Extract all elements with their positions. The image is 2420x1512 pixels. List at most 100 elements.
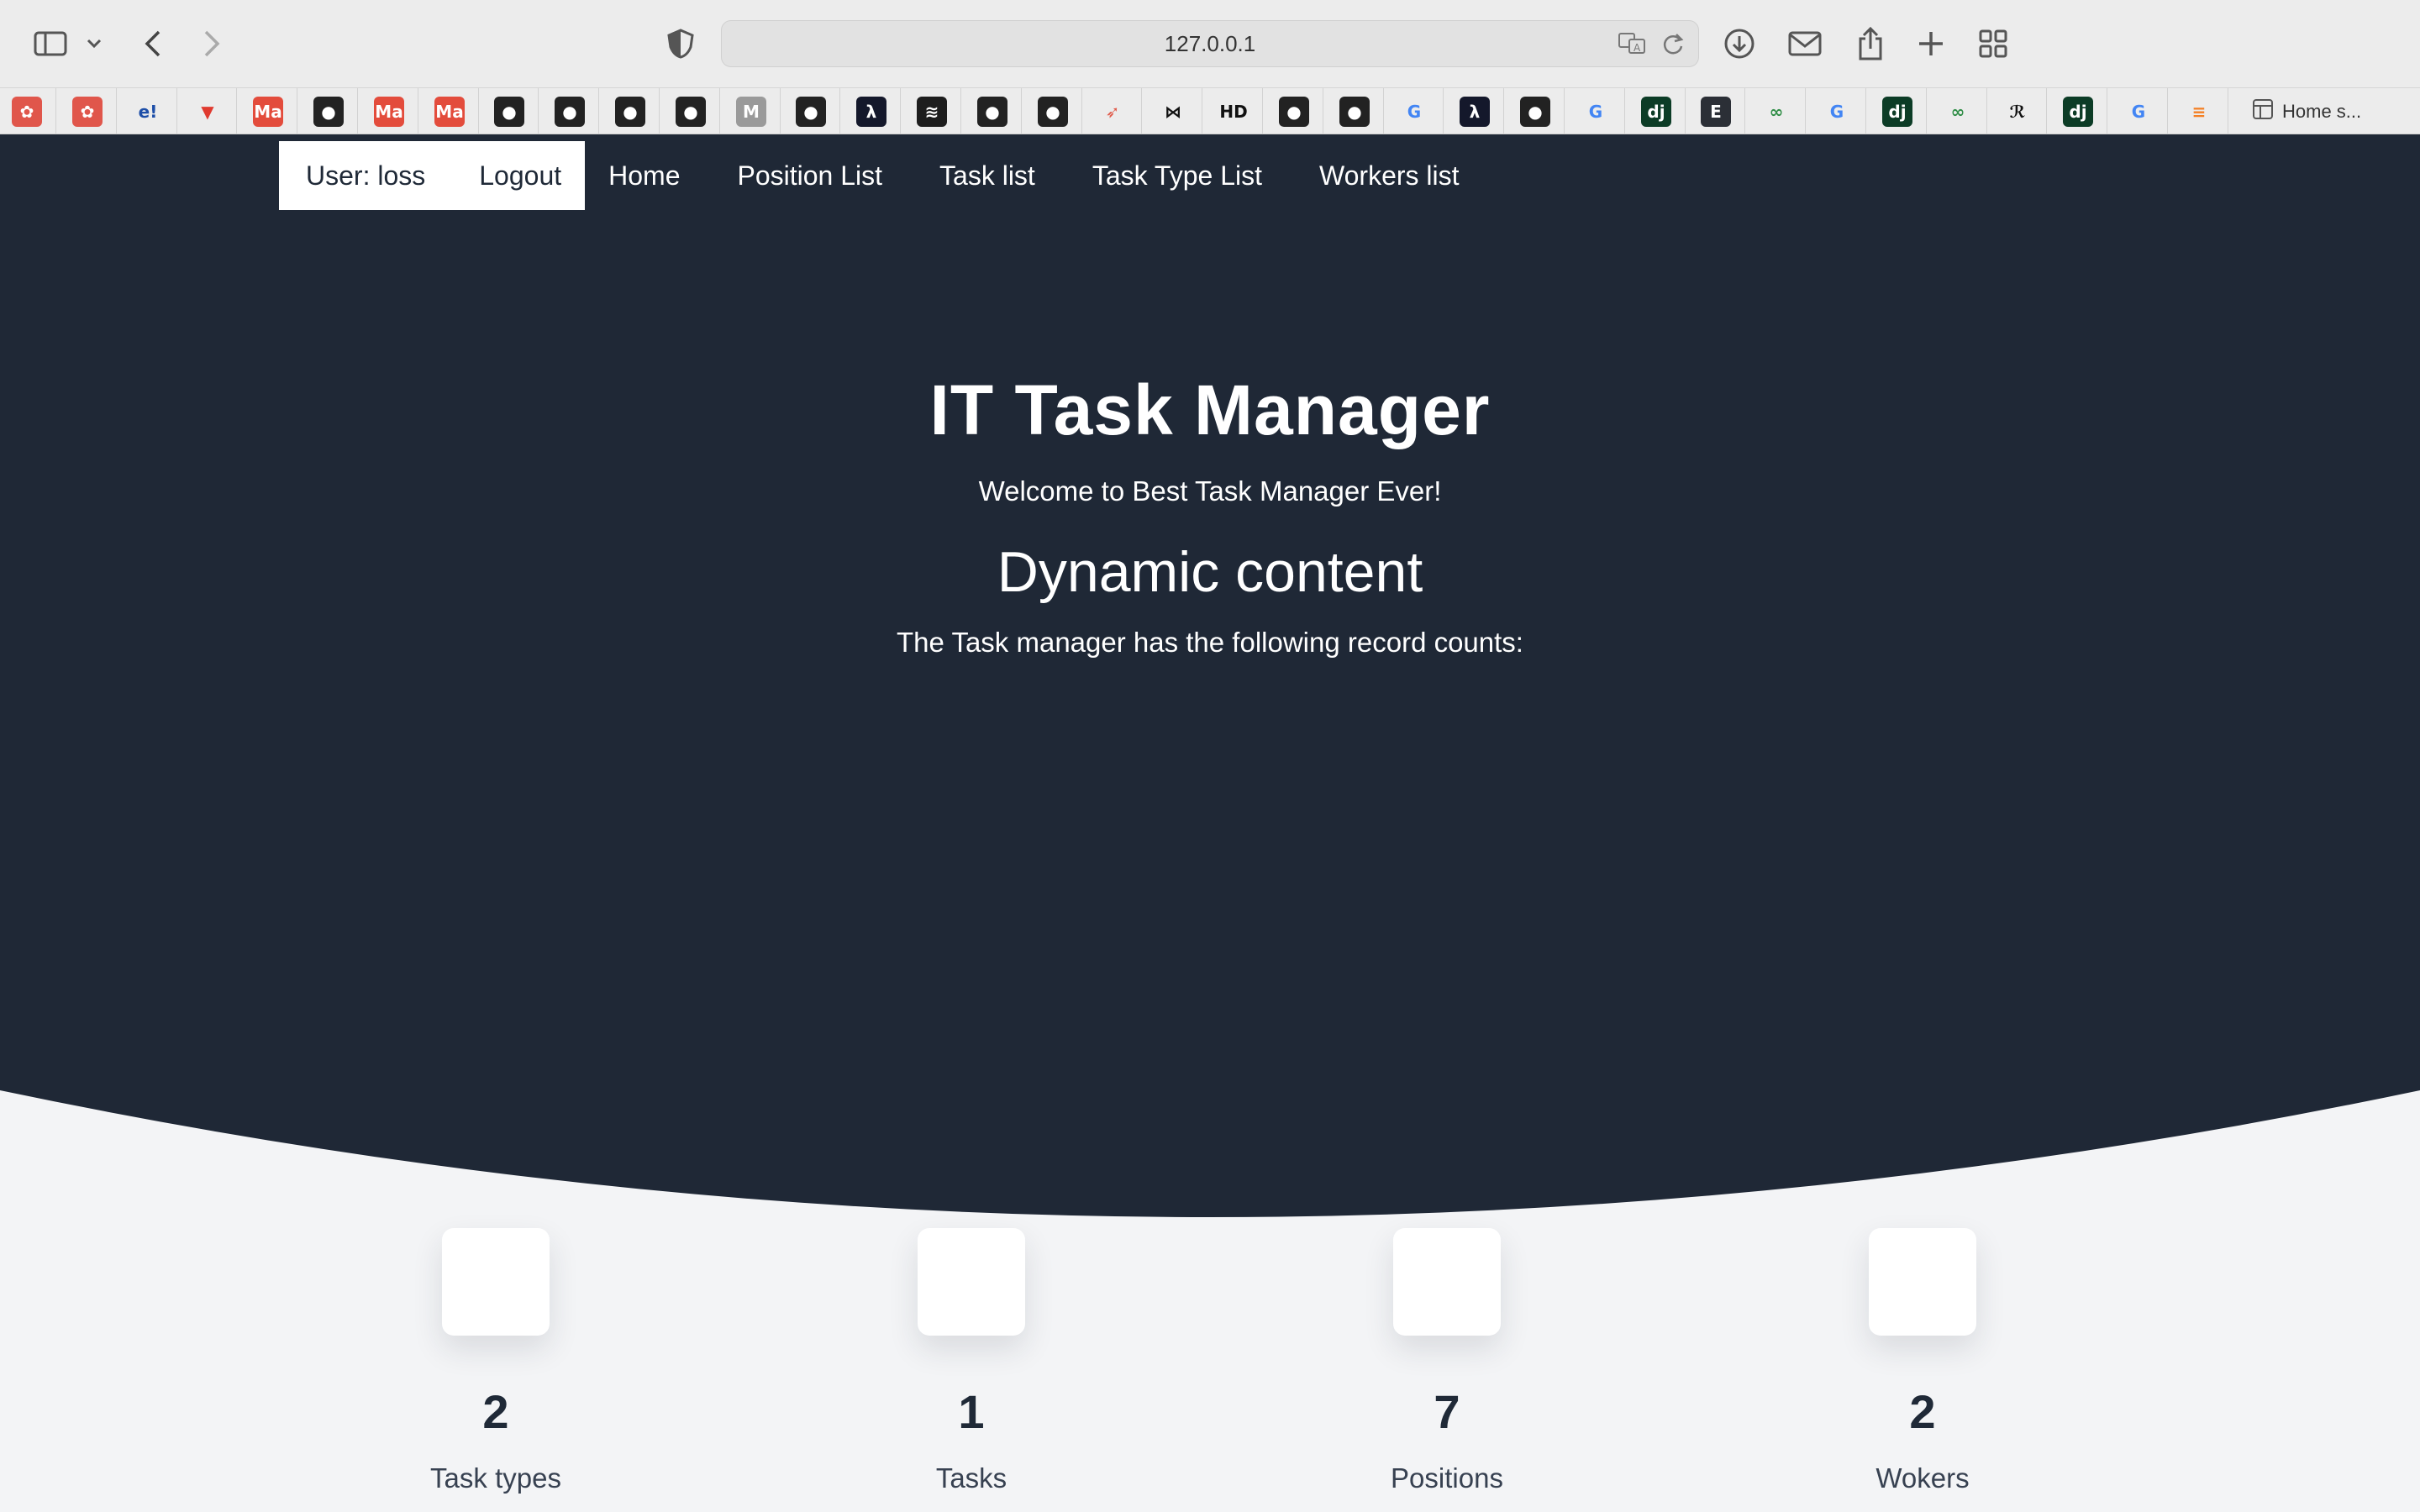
mail-icon[interactable] — [1780, 18, 1830, 69]
lambda-bookmark-icon[interactable]: λ — [856, 97, 886, 127]
stat-label: Wokers — [1876, 1462, 1970, 1494]
share-icon[interactable] — [1845, 18, 1896, 69]
ma-bookmark-icon[interactable]: Ma — [374, 97, 404, 127]
stat-label: Task types — [430, 1462, 561, 1494]
pe-bookmark-icon[interactable]: ℛ — [2002, 97, 2033, 127]
github-bookmark-icon[interactable]: ● — [1038, 97, 1068, 127]
reload-icon[interactable] — [1661, 31, 1685, 60]
nav-link-task-list[interactable]: Task list — [939, 160, 1035, 192]
forward-icon[interactable] — [187, 18, 237, 69]
bookmark-separator — [1564, 88, 1565, 135]
stat-task-types: 2 Task types — [328, 1228, 664, 1494]
stackoverflow-bookmark-icon[interactable]: ≡ — [2184, 97, 2214, 127]
bookmark-separator — [1141, 88, 1142, 135]
hd-bookmark-icon[interactable]: HD — [1218, 97, 1249, 127]
stat-icon-box — [1393, 1228, 1501, 1336]
bookmark-separator — [176, 88, 177, 135]
github-bookmark-icon[interactable]: ● — [1279, 97, 1309, 127]
main-nav: User: loss Logout Home Position List Tas… — [279, 141, 1493, 210]
django-bookmark-icon[interactable]: dj — [1882, 97, 1912, 127]
geeks-bookmark-icon[interactable]: ∞ — [1943, 97, 1973, 127]
browser-toolbar: 127.0.0.1 A — [0, 0, 2420, 87]
section-description: The Task manager has the following recor… — [897, 627, 1523, 658]
t-bookmark-icon[interactable]: ▼ — [192, 97, 223, 127]
rocket-bookmark-icon[interactable]: ➶ — [1097, 97, 1128, 127]
ma-bookmark-icon[interactable]: Ma — [434, 97, 465, 127]
django-bookmark-icon[interactable]: dj — [1641, 97, 1671, 127]
bookmark-separator — [478, 88, 479, 135]
bookmark-separator — [2046, 88, 2047, 135]
download-icon[interactable] — [1714, 18, 1765, 69]
sidebar-toggle-icon[interactable] — [25, 18, 76, 69]
google-bookmark-icon[interactable]: G — [2123, 97, 2154, 127]
e-dark-bookmark-icon[interactable]: E — [1701, 97, 1731, 127]
bookmark-home-label: Home s... — [2282, 101, 2362, 122]
address-bar[interactable]: 127.0.0.1 A — [721, 20, 1699, 67]
geeks-bookmark-icon[interactable]: ∞ — [1761, 97, 1791, 127]
github-bookmark-icon[interactable]: ● — [1520, 97, 1550, 127]
ma-bookmark-icon[interactable]: Ma — [253, 97, 283, 127]
django-bookmark-icon[interactable]: dj — [2063, 97, 2093, 127]
nav-link-home[interactable]: Home — [608, 160, 680, 192]
bookmark-separator — [1926, 88, 1927, 135]
stat-label: Positions — [1391, 1462, 1503, 1494]
bookmark-home-icon — [2252, 98, 2274, 125]
bookmark-separator — [1021, 88, 1022, 135]
tab-overview-icon[interactable] — [1968, 18, 2018, 69]
google-bookmark-icon[interactable]: G — [1822, 97, 1852, 127]
user-panel: User: loss Logout — [279, 141, 586, 210]
stat-workers: 2 Wokers — [1754, 1228, 2091, 1494]
bookmark-separator — [538, 88, 539, 135]
hero-background — [0, 134, 2420, 1217]
nav-link-task-type-list[interactable]: Task Type List — [1092, 160, 1262, 192]
bowtie-bookmark-icon[interactable]: ⋈ — [1158, 97, 1188, 127]
stat-icon-box — [1869, 1228, 1976, 1336]
lambda-bookmark-icon[interactable]: λ — [1460, 97, 1490, 127]
github-bookmark-icon[interactable]: ● — [796, 97, 826, 127]
github-bookmark-icon[interactable]: ● — [313, 97, 344, 127]
bookmark-separator — [659, 88, 660, 135]
nav-link-workers-list[interactable]: Workers list — [1319, 160, 1460, 192]
google-bookmark-icon[interactable]: G — [1399, 97, 1429, 127]
bookmark-separator — [1503, 88, 1504, 135]
stat-label: Tasks — [935, 1462, 1007, 1494]
bookmark-separator — [1443, 88, 1444, 135]
logout-link[interactable]: Logout — [479, 160, 561, 192]
nav-link-position-list[interactable]: Position List — [737, 160, 882, 192]
bookmark-separator — [2167, 88, 2168, 135]
github-bookmark-icon[interactable]: ● — [494, 97, 524, 127]
bookmark-separator — [116, 88, 117, 135]
section-heading: Dynamic content — [997, 540, 1423, 604]
chatgpt-bookmark-icon[interactable]: ✿ — [72, 97, 103, 127]
bookmark-home[interactable]: Home s... — [2252, 97, 2361, 127]
translate-icon[interactable]: A — [1618, 31, 1648, 60]
stat-value: 2 — [1909, 1385, 1936, 1438]
url-text: 127.0.0.1 — [1164, 30, 1256, 56]
e-bookmark-icon[interactable]: e! — [133, 97, 163, 127]
back-icon[interactable] — [128, 18, 178, 69]
bookmark-separator — [960, 88, 961, 135]
bookmark-separator — [1081, 88, 1082, 135]
github-bookmark-icon[interactable]: ● — [1339, 97, 1370, 127]
google-bookmark-icon[interactable]: G — [1581, 97, 1611, 127]
github-bookmark-icon[interactable]: ● — [615, 97, 645, 127]
chevron-down-icon[interactable] — [77, 18, 111, 69]
github-bookmark-icon[interactable]: ● — [555, 97, 585, 127]
privacy-shield-icon[interactable] — [655, 18, 706, 69]
svg-text:A: A — [1634, 42, 1641, 54]
bookmark-separator — [900, 88, 901, 135]
stat-icon-box — [442, 1228, 550, 1336]
bookmark-separator — [1744, 88, 1745, 135]
bookmark-separator — [598, 88, 599, 135]
chatgpt-bookmark-icon[interactable]: ✿ — [12, 97, 42, 127]
stat-value: 2 — [482, 1385, 509, 1438]
bookmark-separator — [719, 88, 720, 135]
bookmark-separator — [1262, 88, 1263, 135]
new-tab-icon[interactable] — [1906, 18, 1956, 69]
stack-bookmark-icon[interactable]: ≋ — [917, 97, 947, 127]
github-bookmark-icon[interactable]: ● — [977, 97, 1007, 127]
hero-section — [0, 134, 2420, 1226]
m-bookmark-icon[interactable]: M — [736, 97, 766, 127]
github-bookmark-icon[interactable]: ● — [676, 97, 706, 127]
stat-tasks: 1 Tasks — [803, 1228, 1139, 1494]
